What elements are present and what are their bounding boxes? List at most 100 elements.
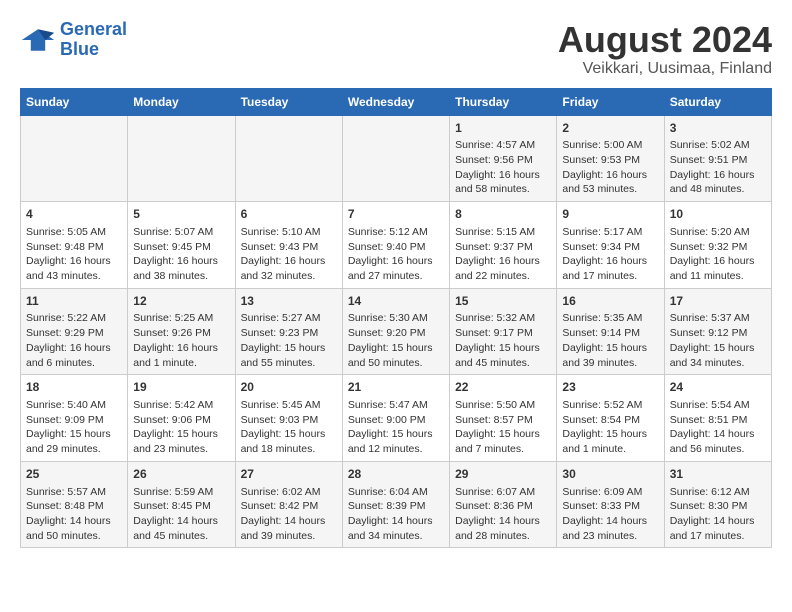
calendar-cell: 8 Sunrise: 5:15 AM Sunset: 9:37 PM Daylig… (450, 202, 557, 289)
day-content: Sunrise: 5:45 AM Sunset: 9:03 PM Dayligh… (241, 398, 337, 457)
day-content: Sunrise: 5:10 AM Sunset: 9:43 PM Dayligh… (241, 225, 337, 284)
day-content: Sunrise: 6:02 AM Sunset: 8:42 PM Dayligh… (241, 485, 337, 544)
title-block: August 2024 Veikkari, Uusimaa, Finland (558, 20, 772, 78)
calendar-cell: 28 Sunrise: 6:04 AM Sunset: 8:39 PM Dayli… (342, 461, 449, 548)
calendar-cell: 9 Sunrise: 5:17 AM Sunset: 9:34 PM Daylig… (557, 202, 664, 289)
day-number: 20 (241, 379, 337, 396)
calendar-cell: 4 Sunrise: 5:05 AM Sunset: 9:48 PM Daylig… (21, 202, 128, 289)
calendar-cell (21, 115, 128, 202)
day-content: Sunrise: 5:22 AM Sunset: 9:29 PM Dayligh… (26, 311, 122, 370)
day-content: Sunrise: 5:05 AM Sunset: 9:48 PM Dayligh… (26, 225, 122, 284)
header-row: SundayMondayTuesdayWednesdayThursdayFrid… (21, 88, 772, 115)
calendar-cell: 10 Sunrise: 5:20 AM Sunset: 9:32 PM Dayli… (664, 202, 771, 289)
calendar-cell: 21Sunrise: 5:47 AM Sunset: 9:00 PM Dayli… (342, 375, 449, 462)
day-content: Sunrise: 5:52 AM Sunset: 8:54 PM Dayligh… (562, 398, 658, 457)
week-row: 25 Sunrise: 5:57 AM Sunset: 8:48 PM Dayli… (21, 461, 772, 548)
day-number: 15 (455, 293, 551, 310)
day-number: 25 (26, 466, 122, 483)
day-content: Sunrise: 5:27 AM Sunset: 9:23 PM Dayligh… (241, 311, 337, 370)
day-number: 22 (455, 379, 551, 396)
page-title: August 2024 (558, 20, 772, 60)
day-content: Sunrise: 5:00 AM Sunset: 9:53 PM Dayligh… (562, 138, 658, 197)
day-number: 10 (670, 206, 766, 223)
day-content: Sunrise: 5:12 AM Sunset: 9:40 PM Dayligh… (348, 225, 444, 284)
calendar-cell: 20 Sunrise: 5:45 AM Sunset: 9:03 PM Dayli… (235, 375, 342, 462)
day-number: 8 (455, 206, 551, 223)
day-number: 4 (26, 206, 122, 223)
column-header-monday: Monday (128, 88, 235, 115)
day-number: 7 (348, 206, 444, 223)
day-number: 2 (562, 120, 658, 137)
calendar-cell: 13Sunrise: 5:27 AM Sunset: 9:23 PM Dayli… (235, 288, 342, 375)
calendar-cell: 25 Sunrise: 5:57 AM Sunset: 8:48 PM Dayli… (21, 461, 128, 548)
day-content: Sunrise: 5:17 AM Sunset: 9:34 PM Dayligh… (562, 225, 658, 284)
calendar-cell: 1Sunrise: 4:57 AM Sunset: 9:56 PM Daylig… (450, 115, 557, 202)
calendar-cell: 27Sunrise: 6:02 AM Sunset: 8:42 PM Dayli… (235, 461, 342, 548)
column-header-tuesday: Tuesday (235, 88, 342, 115)
day-content: Sunrise: 5:37 AM Sunset: 9:12 PM Dayligh… (670, 311, 766, 370)
day-number: 30 (562, 466, 658, 483)
day-content: Sunrise: 5:59 AM Sunset: 8:45 PM Dayligh… (133, 485, 229, 544)
calendar-cell: 6Sunrise: 5:10 AM Sunset: 9:43 PM Daylig… (235, 202, 342, 289)
day-number: 31 (670, 466, 766, 483)
day-number: 17 (670, 293, 766, 310)
logo-text: General Blue (60, 20, 127, 60)
calendar-cell: 31 Sunrise: 6:12 AM Sunset: 8:30 PM Dayli… (664, 461, 771, 548)
day-number: 11 (26, 293, 122, 310)
calendar-cell: 12Sunrise: 5:25 AM Sunset: 9:26 PM Dayli… (128, 288, 235, 375)
column-header-thursday: Thursday (450, 88, 557, 115)
day-content: Sunrise: 5:30 AM Sunset: 9:20 PM Dayligh… (348, 311, 444, 370)
day-content: Sunrise: 5:50 AM Sunset: 8:57 PM Dayligh… (455, 398, 551, 457)
day-content: Sunrise: 5:42 AM Sunset: 9:06 PM Dayligh… (133, 398, 229, 457)
day-content: Sunrise: 5:32 AM Sunset: 9:17 PM Dayligh… (455, 311, 551, 370)
day-content: Sunrise: 5:20 AM Sunset: 9:32 PM Dayligh… (670, 225, 766, 284)
calendar-cell (235, 115, 342, 202)
column-header-friday: Friday (557, 88, 664, 115)
logo-line1: General (60, 19, 127, 39)
day-number: 12 (133, 293, 229, 310)
logo-icon (20, 22, 56, 58)
day-number: 19 (133, 379, 229, 396)
page-subtitle: Veikkari, Uusimaa, Finland (558, 60, 772, 78)
calendar-cell: 30Sunrise: 6:09 AM Sunset: 8:33 PM Dayli… (557, 461, 664, 548)
calendar-cell: 19 Sunrise: 5:42 AM Sunset: 9:06 PM Dayli… (128, 375, 235, 462)
day-content: Sunrise: 5:07 AM Sunset: 9:45 PM Dayligh… (133, 225, 229, 284)
day-number: 13 (241, 293, 337, 310)
day-content: Sunrise: 5:15 AM Sunset: 9:37 PM Dayligh… (455, 225, 551, 284)
calendar-cell (342, 115, 449, 202)
day-content: Sunrise: 6:04 AM Sunset: 8:39 PM Dayligh… (348, 485, 444, 544)
day-number: 5 (133, 206, 229, 223)
calendar-cell: 22 Sunrise: 5:50 AM Sunset: 8:57 PM Dayli… (450, 375, 557, 462)
day-number: 16 (562, 293, 658, 310)
calendar-cell: 14Sunrise: 5:30 AM Sunset: 9:20 PM Dayli… (342, 288, 449, 375)
week-row: 1Sunrise: 4:57 AM Sunset: 9:56 PM Daylig… (21, 115, 772, 202)
calendar-cell: 2Sunrise: 5:00 AM Sunset: 9:53 PM Daylig… (557, 115, 664, 202)
calendar-cell (128, 115, 235, 202)
day-number: 18 (26, 379, 122, 396)
week-row: 4 Sunrise: 5:05 AM Sunset: 9:48 PM Daylig… (21, 202, 772, 289)
day-content: Sunrise: 6:07 AM Sunset: 8:36 PM Dayligh… (455, 485, 551, 544)
day-number: 23 (562, 379, 658, 396)
day-content: Sunrise: 5:57 AM Sunset: 8:48 PM Dayligh… (26, 485, 122, 544)
day-content: Sunrise: 5:25 AM Sunset: 9:26 PM Dayligh… (133, 311, 229, 370)
calendar-cell: 7 Sunrise: 5:12 AM Sunset: 9:40 PM Daylig… (342, 202, 449, 289)
column-header-wednesday: Wednesday (342, 88, 449, 115)
day-content: Sunrise: 5:54 AM Sunset: 8:51 PM Dayligh… (670, 398, 766, 457)
day-content: Sunrise: 4:57 AM Sunset: 9:56 PM Dayligh… (455, 138, 551, 197)
logo-line2: Blue (60, 39, 99, 59)
logo: General Blue (20, 20, 127, 60)
page-header: General Blue August 2024 Veikkari, Uusim… (20, 20, 772, 78)
day-number: 28 (348, 466, 444, 483)
day-number: 9 (562, 206, 658, 223)
week-row: 18 Sunrise: 5:40 AM Sunset: 9:09 PM Dayli… (21, 375, 772, 462)
day-content: Sunrise: 5:40 AM Sunset: 9:09 PM Dayligh… (26, 398, 122, 457)
week-row: 11Sunrise: 5:22 AM Sunset: 9:29 PM Dayli… (21, 288, 772, 375)
calendar-cell: 11Sunrise: 5:22 AM Sunset: 9:29 PM Dayli… (21, 288, 128, 375)
calendar-cell: 26Sunrise: 5:59 AM Sunset: 8:45 PM Dayli… (128, 461, 235, 548)
day-content: Sunrise: 6:12 AM Sunset: 8:30 PM Dayligh… (670, 485, 766, 544)
calendar-cell: 15Sunrise: 5:32 AM Sunset: 9:17 PM Dayli… (450, 288, 557, 375)
calendar-cell: 17Sunrise: 5:37 AM Sunset: 9:12 PM Dayli… (664, 288, 771, 375)
calendar-cell: 29Sunrise: 6:07 AM Sunset: 8:36 PM Dayli… (450, 461, 557, 548)
day-content: Sunrise: 5:02 AM Sunset: 9:51 PM Dayligh… (670, 138, 766, 197)
day-content: Sunrise: 5:47 AM Sunset: 9:00 PM Dayligh… (348, 398, 444, 457)
